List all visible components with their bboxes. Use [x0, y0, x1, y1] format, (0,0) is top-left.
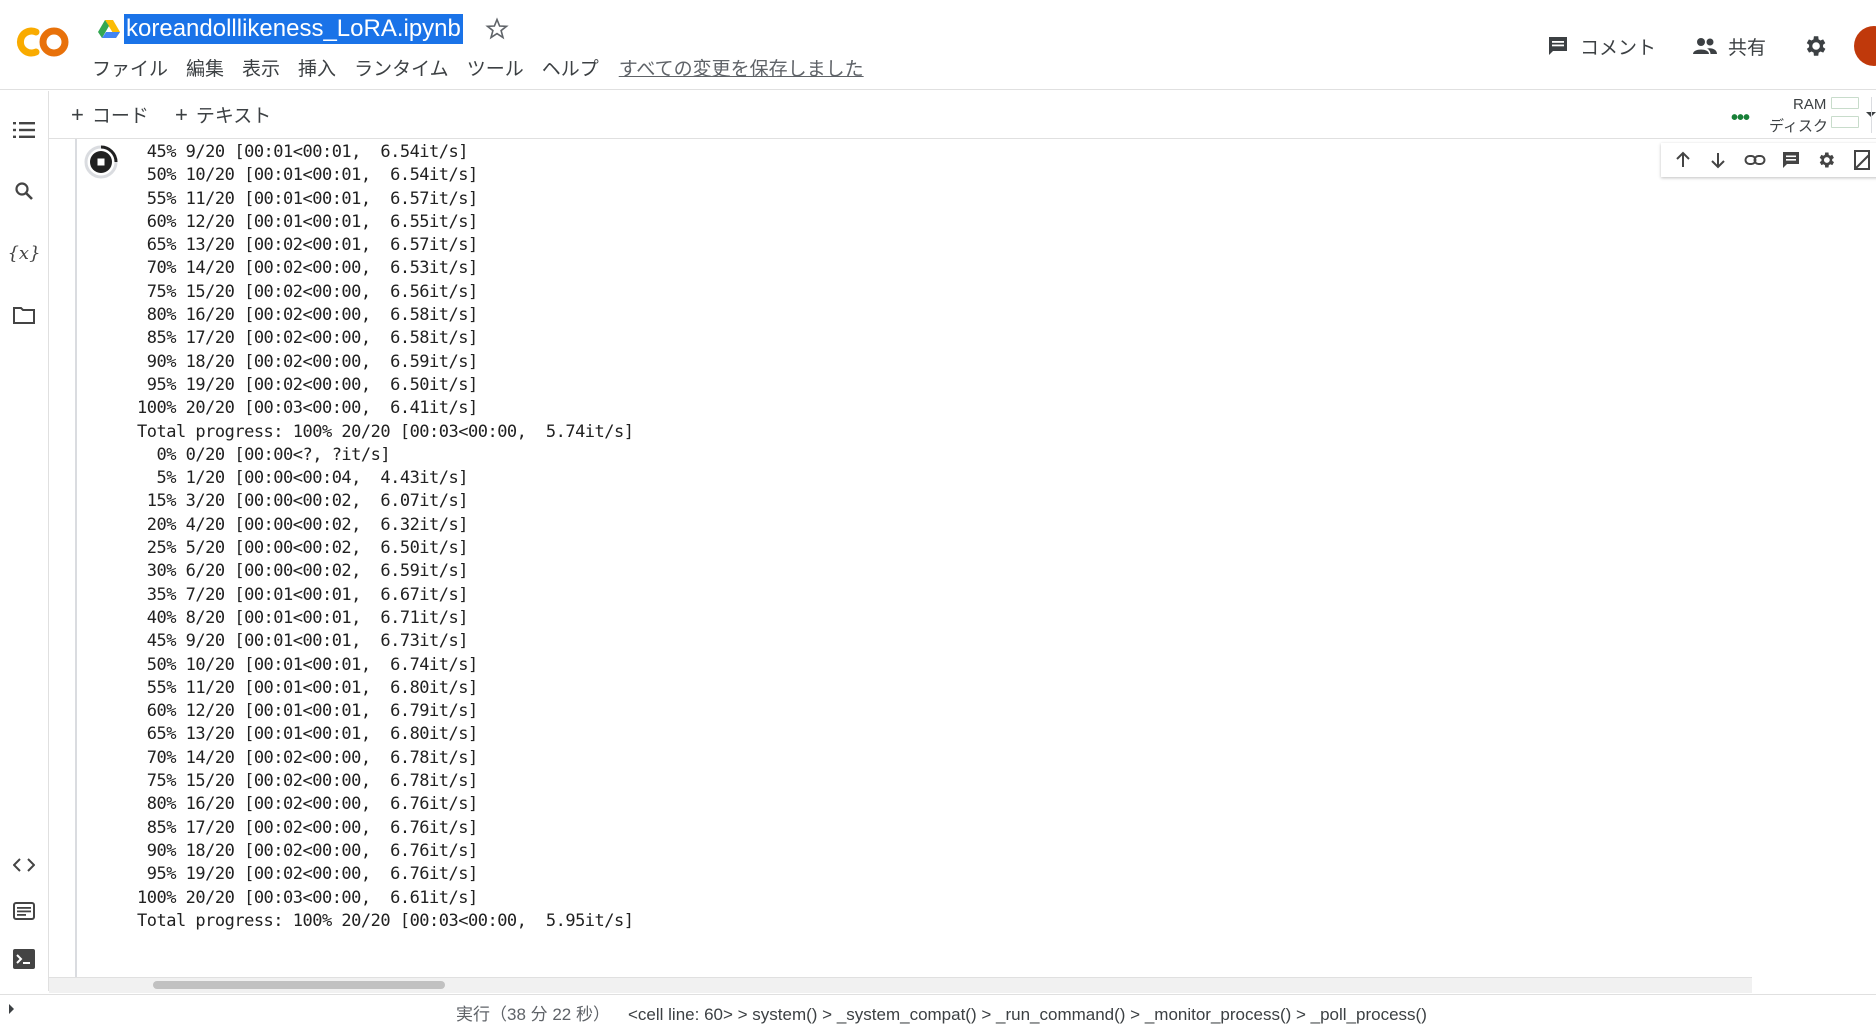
status-bar: 実行（38 分 22 秒） <cell line: 60> > system() …	[0, 994, 1876, 1024]
link-icon[interactable]	[1744, 150, 1766, 170]
output-line: 35% 7/20 [00:01<00:01, 6.67it/s]	[137, 584, 469, 605]
google-drive-icon	[98, 20, 120, 38]
output-line: 70% 14/20 [00:02<00:00, 6.53it/s]	[137, 258, 479, 279]
share-label: 共有	[1727, 37, 1766, 59]
output-line: 85% 17/20 [00:02<00:00, 6.76it/s]	[137, 817, 479, 838]
menu-view[interactable]: 表示	[242, 54, 280, 81]
output-line: Total progress: 100% 20/20 [00:03<00:00,…	[137, 421, 634, 442]
output-line: 50% 10/20 [00:01<00:01, 6.54it/s]	[137, 165, 479, 186]
plus-icon: +	[71, 101, 84, 127]
notebook-toolbar: + コード + テキスト ••• RAM ディスク	[49, 91, 1876, 139]
output-line: 0% 0/20 [00:00<?, ?it/s]	[137, 444, 391, 465]
header-actions: コメント 共有	[1546, 26, 1876, 66]
output-line: 90% 18/20 [00:02<00:00, 6.59it/s]	[137, 351, 479, 372]
cell-gutter	[75, 139, 77, 977]
search-icon[interactable]	[12, 179, 36, 203]
people-icon	[1692, 38, 1717, 54]
output-line: 55% 11/20 [00:01<00:01, 6.57it/s]	[137, 188, 479, 209]
menu-bar: ファイル 編集 表示 挿入 ランタイム ツール ヘルプ すべての変更を保存しまし…	[92, 54, 864, 81]
connected-dots-icon: •••	[1731, 107, 1750, 129]
cell-settings-icon[interactable]	[1816, 150, 1836, 170]
output-line: 95% 19/20 [00:02<00:00, 6.50it/s]	[137, 374, 479, 395]
menu-tools[interactable]: ツール	[467, 54, 524, 81]
output-line: 50% 10/20 [00:01<00:01, 6.74it/s]	[137, 654, 479, 675]
add-text-button[interactable]: + テキスト	[175, 101, 271, 128]
output-line: 100% 20/20 [00:03<00:00, 6.41it/s]	[137, 398, 478, 419]
save-status-link[interactable]: すべての変更を保存しました	[619, 54, 864, 81]
folder-icon[interactable]	[12, 303, 36, 327]
disk-label: ディスク	[1769, 118, 1828, 135]
output-line: 95% 19/20 [00:02<00:00, 6.76it/s]	[137, 864, 479, 885]
call-stack-trace: <cell line: 60> > system() > _system_com…	[628, 1005, 1427, 1024]
output-line: 90% 18/20 [00:02<00:00, 6.76it/s]	[137, 840, 479, 861]
output-line: 55% 11/20 [00:01<00:01, 6.80it/s]	[137, 677, 479, 698]
user-avatar[interactable]	[1854, 26, 1876, 66]
variables-icon[interactable]: {x}	[7, 241, 40, 265]
output-line: 75% 15/20 [00:02<00:00, 6.78it/s]	[137, 771, 479, 792]
plus-icon: +	[175, 101, 188, 127]
notebook-title[interactable]: koreandolllikeness_LoRA.ipynb	[124, 14, 463, 44]
menu-help[interactable]: ヘルプ	[542, 54, 599, 81]
menu-runtime[interactable]: ランタイム	[354, 54, 449, 81]
comment-icon[interactable]	[1781, 150, 1801, 170]
move-up-icon[interactable]	[1673, 150, 1693, 170]
output-line: 40% 8/20 [00:01<00:01, 6.71it/s]	[137, 607, 469, 628]
output-line: 20% 4/20 [00:00<00:02, 6.32it/s]	[137, 514, 469, 535]
execution-status[interactable]: 実行（38 分 22 秒） <cell line: 60> > system() …	[456, 1000, 1427, 1024]
add-code-button[interactable]: + コード	[71, 101, 149, 128]
output-line: 75% 15/20 [00:02<00:00, 6.56it/s]	[137, 281, 479, 302]
output-line: 80% 16/20 [00:02<00:00, 6.58it/s]	[137, 305, 479, 326]
comment-icon	[1548, 37, 1567, 55]
output-line: 5% 1/20 [00:00<00:04, 4.43it/s]	[137, 468, 468, 489]
ram-label: RAM	[1793, 96, 1827, 113]
output-line: 85% 17/20 [00:02<00:00, 6.58it/s]	[137, 328, 479, 349]
output-line: 80% 16/20 [00:02<00:00, 6.76it/s]	[137, 794, 479, 815]
runtime-resources[interactable]: ••• RAM ディスク	[1687, 91, 1876, 139]
output-line: 60% 12/20 [00:01<00:01, 6.55it/s]	[137, 211, 479, 232]
comment-label: コメント	[1579, 37, 1656, 59]
output-line: 70% 14/20 [00:02<00:00, 6.78it/s]	[137, 747, 479, 768]
add-text-label: テキスト	[195, 106, 272, 127]
output-line: 45% 9/20 [00:01<00:01, 6.54it/s]	[137, 142, 469, 162]
horizontal-scrollbar[interactable]	[49, 977, 1752, 993]
colab-logo[interactable]	[14, 22, 74, 62]
settings-gear-icon[interactable]	[1802, 33, 1828, 59]
menu-file[interactable]: ファイル	[92, 54, 168, 81]
menu-insert[interactable]: 挿入	[298, 54, 336, 81]
scrollbar-thumb[interactable]	[153, 981, 445, 989]
disk-meter	[1831, 116, 1859, 128]
output-line: 100% 20/20 [00:03<00:00, 6.61it/s]	[137, 887, 478, 908]
mirror-cell-icon[interactable]	[1852, 150, 1872, 170]
output-line: 15% 3/20 [00:00<00:02, 6.07it/s]	[137, 491, 469, 512]
title-row: koreandolllikeness_LoRA.ipynb	[98, 12, 509, 46]
code-snippets-icon[interactable]	[12, 853, 36, 877]
output-line: 45% 9/20 [00:01<00:01, 6.73it/s]	[137, 631, 469, 652]
output-line: 65% 13/20 [00:02<00:01, 6.57it/s]	[137, 235, 479, 256]
share-button[interactable]: 共有	[1692, 33, 1766, 60]
left-sidebar: {x}	[0, 91, 49, 991]
menu-edit[interactable]: 編集	[186, 54, 224, 81]
ram-meter	[1831, 97, 1859, 109]
divider	[1871, 97, 1872, 133]
execution-time: 実行（38 分 22 秒）	[456, 1005, 610, 1024]
output-line: 30% 6/20 [00:00<00:02, 6.59it/s]	[137, 561, 469, 582]
code-cell: 45% 9/20 [00:01<00:01, 6.54it/s] 50% 10/…	[49, 139, 1876, 979]
cell-output: 45% 9/20 [00:01<00:01, 6.54it/s] 50% 10/…	[137, 141, 1637, 933]
add-code-label: コード	[91, 106, 149, 127]
stop-execution-button[interactable]	[83, 144, 119, 180]
cell-toolbar	[1661, 143, 1876, 177]
terminal-icon[interactable]	[12, 947, 36, 971]
toc-icon[interactable]	[12, 118, 36, 142]
caret-right-icon[interactable]	[8, 1003, 16, 1015]
output-line: Total progress: 100% 20/20 [00:03<00:00,…	[137, 910, 634, 931]
output-line: 65% 13/20 [00:01<00:01, 6.80it/s]	[137, 724, 479, 745]
star-icon[interactable]	[485, 17, 509, 41]
output-line: 25% 5/20 [00:00<00:02, 6.50it/s]	[137, 538, 469, 559]
header: koreandolllikeness_LoRA.ipynb ファイル 編集 表示…	[0, 0, 1876, 90]
comment-button[interactable]: コメント	[1546, 33, 1656, 60]
move-down-icon[interactable]	[1708, 150, 1728, 170]
output-line: 60% 12/20 [00:01<00:01, 6.79it/s]	[137, 701, 479, 722]
command-palette-icon[interactable]	[12, 899, 36, 923]
